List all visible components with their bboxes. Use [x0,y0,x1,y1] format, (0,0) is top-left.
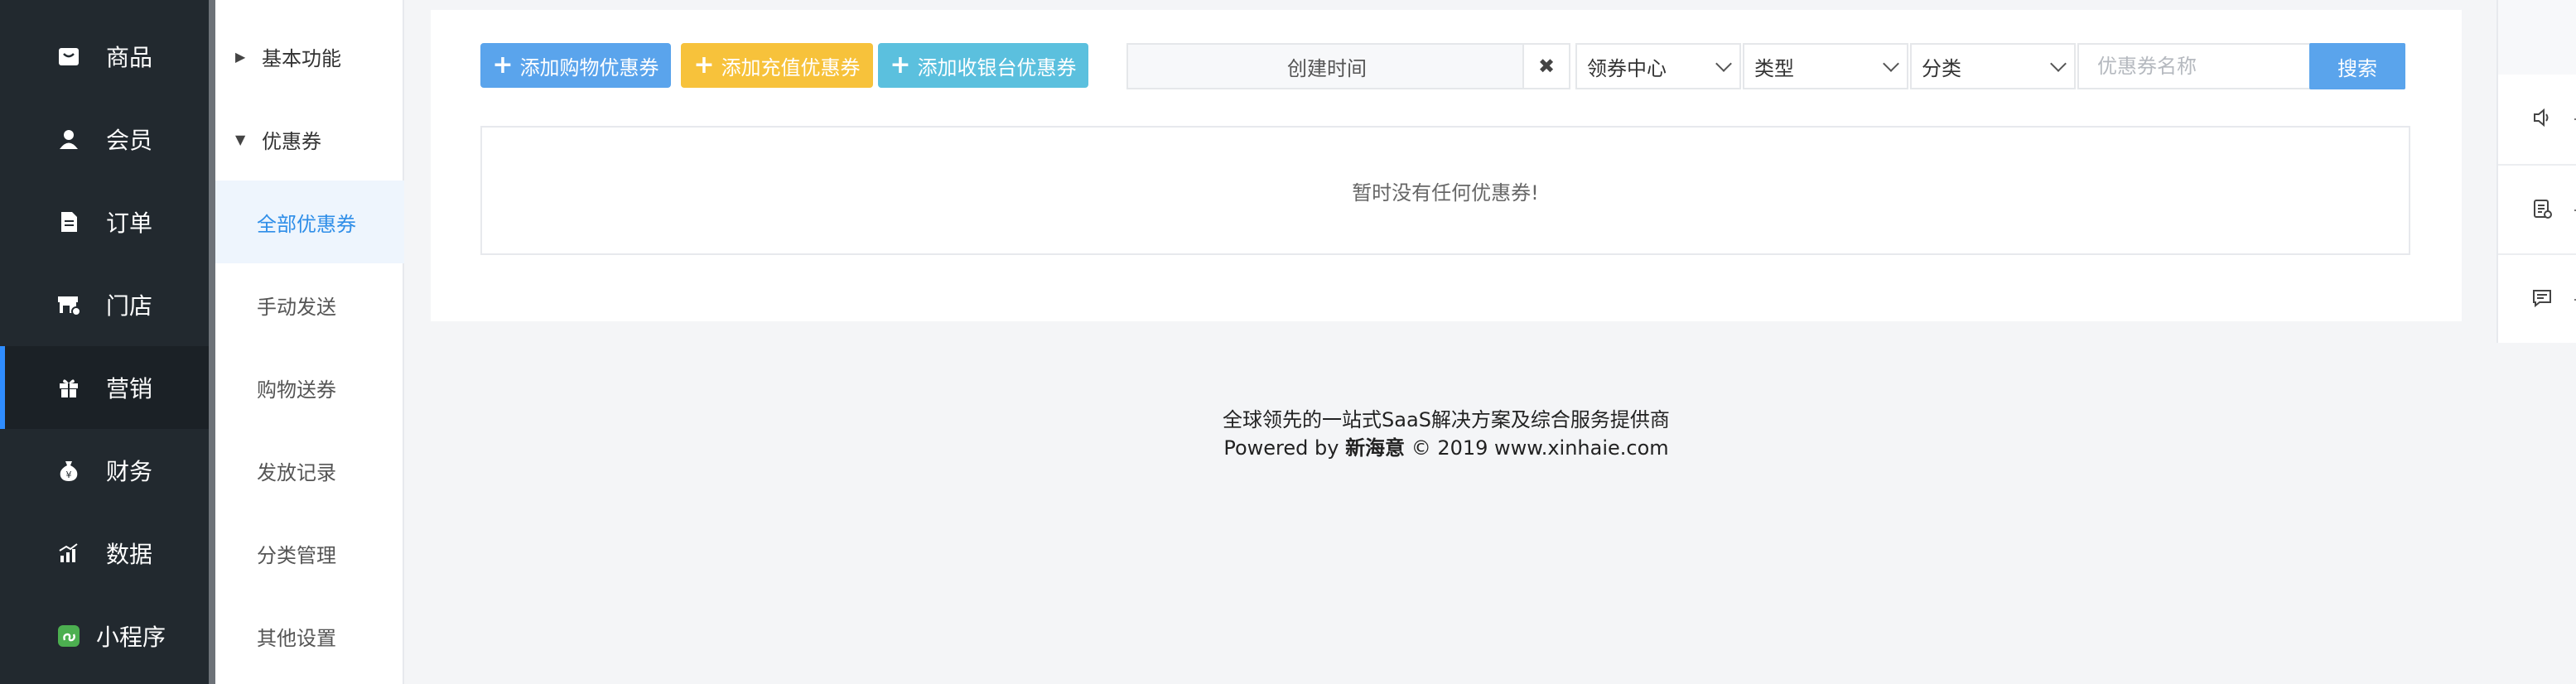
button-label: 添加充值优惠券 [721,55,861,79]
plus-icon: + [492,51,514,79]
select-value: 类型 [1754,56,1794,80]
type-select[interactable]: 类型 [1743,43,1908,89]
chat-icon [2531,287,2553,312]
plus-icon: + [890,51,911,79]
main-nav: 商品 会员 订单 门店 营销 ¥ 财务 数据 小程序 [0,0,209,684]
nav-item-products[interactable]: 商品 [0,15,209,98]
created-time-field[interactable]: 创建时间 [1126,43,1527,89]
footer-suffix: © 2019 www.xinhaie.com [1405,436,1669,460]
nav-item-finance[interactable]: ¥ 财务 [0,429,209,512]
submenu-group-coupon[interactable]: ▼ 优惠券 [215,98,404,181]
select-value: 分类 [1922,56,1961,80]
footer-powered-by: Powered by 新海意 © 2019 www.xinhaie.com [431,434,2462,462]
submenu-item-label: 其他设置 [257,626,336,650]
empty-state: 暂时没有任何优惠券! [480,126,2410,255]
nav-divider [209,0,215,684]
submenu-item-manual-send[interactable]: 手动发送 [215,263,404,346]
coupon-list-card: + 添加购物优惠券 + 添加充值优惠券 + 添加收银台优惠券 创建时间 ✖ 领券… [431,10,2462,321]
add-shopping-coupon-button[interactable]: + 添加购物优惠券 [480,43,671,88]
right-rail-top [2496,0,2576,75]
document-icon [55,208,83,236]
footer: 全球领先的一站式SaaS解决方案及综合服务提供商 Powered by 新海意 … [431,406,2462,462]
chevron-down-icon [1883,55,1899,72]
nav-item-label: 小程序 [96,624,166,651]
rail-item-announcement[interactable] [2498,75,2576,164]
nav-item-label: 财务 [106,458,153,485]
rail-item-notes[interactable] [2498,166,2576,255]
nav-item-mini-program[interactable]: 小程序 [0,595,209,677]
money-bag-icon: ¥ [55,456,83,484]
submenu-item-label: 发放记录 [257,460,336,484]
close-icon: ✖ [1537,55,1556,78]
speaker-icon [2531,107,2553,132]
add-cashier-coupon-button[interactable]: + 添加收银台优惠券 [878,43,1088,88]
submenu-item-category-management[interactable]: 分类管理 [215,512,404,595]
created-time-placeholder: 创建时间 [1287,56,1367,80]
store-icon [55,291,83,319]
footer-prefix: Powered by [1223,436,1346,460]
submenu-group-label: 优惠券 [262,129,321,153]
mini-program-icon [55,622,83,650]
nav-item-label: 会员 [106,127,153,154]
submenu-item-other-settings[interactable]: 其他设置 [215,595,404,677]
submenu-item-all-coupons[interactable]: 全部优惠券 [215,181,404,263]
nav-item-label: 营销 [106,375,153,402]
submenu: ▶ 基本功能 ▼ 优惠券 全部优惠券 手动发送 购物送券 发放记录 分类管理 其… [215,0,404,684]
footer-tagline: 全球领先的一站式SaaS解决方案及综合服务提供商 [1223,408,1670,431]
submenu-group-label: 基本功能 [262,46,341,70]
button-label: 添加收银台优惠券 [917,55,1077,79]
footer-brand: 新海意 [1345,436,1406,460]
add-recharge-coupon-button[interactable]: + 添加充值优惠券 [681,43,873,88]
submenu-group-basic[interactable]: ▶ 基本功能 [215,15,404,98]
right-rail-panel [2496,75,2576,343]
submenu-item-label: 全部优惠券 [257,212,356,236]
select-value: 领券中心 [1587,56,1667,80]
nav-item-stores[interactable]: 门店 [0,263,209,346]
submenu-item-label: 手动发送 [257,295,336,319]
chevron-down-icon [1715,55,1732,72]
submenu-item-label: 分类管理 [257,543,336,567]
submenu-item-label: 购物送券 [257,378,336,402]
nav-item-label: 数据 [106,541,153,568]
nav-item-data[interactable]: 数据 [0,512,209,595]
coupon-center-select[interactable]: 领券中心 [1575,43,1741,89]
plus-icon: + [693,51,715,79]
rail-item-messages[interactable] [2498,255,2576,344]
nav-item-label: 订单 [106,210,153,237]
nav-item-members[interactable]: 会员 [0,98,209,181]
svg-text:¥: ¥ [66,470,72,480]
empty-message: 暂时没有任何优惠券! [1352,181,1539,205]
user-icon [55,125,83,153]
button-label: 搜索 [2337,56,2377,80]
box-icon [55,42,83,70]
gift-icon [55,373,83,402]
coupon-name-input[interactable] [2077,43,2311,89]
caret-right-icon: ▶ [235,48,246,65]
search-button[interactable]: 搜索 [2309,43,2405,89]
right-rail [2496,0,2576,684]
caret-down-icon: ▼ [235,131,246,147]
chevron-down-icon [2050,55,2067,72]
nav-item-orders[interactable]: 订单 [0,181,209,263]
notebook-icon [2531,198,2553,223]
clear-date-button[interactable]: ✖ [1522,43,1570,89]
nav-item-marketing[interactable]: 营销 [0,346,209,429]
submenu-item-purchase-gift[interactable]: 购物送券 [215,346,404,429]
bar-chart-icon [55,539,83,567]
button-label: 添加购物优惠券 [519,55,659,79]
submenu-item-issue-records[interactable]: 发放记录 [215,429,404,512]
nav-item-label: 门店 [106,292,153,320]
category-select[interactable]: 分类 [1910,43,2076,89]
nav-item-label: 商品 [106,44,153,71]
